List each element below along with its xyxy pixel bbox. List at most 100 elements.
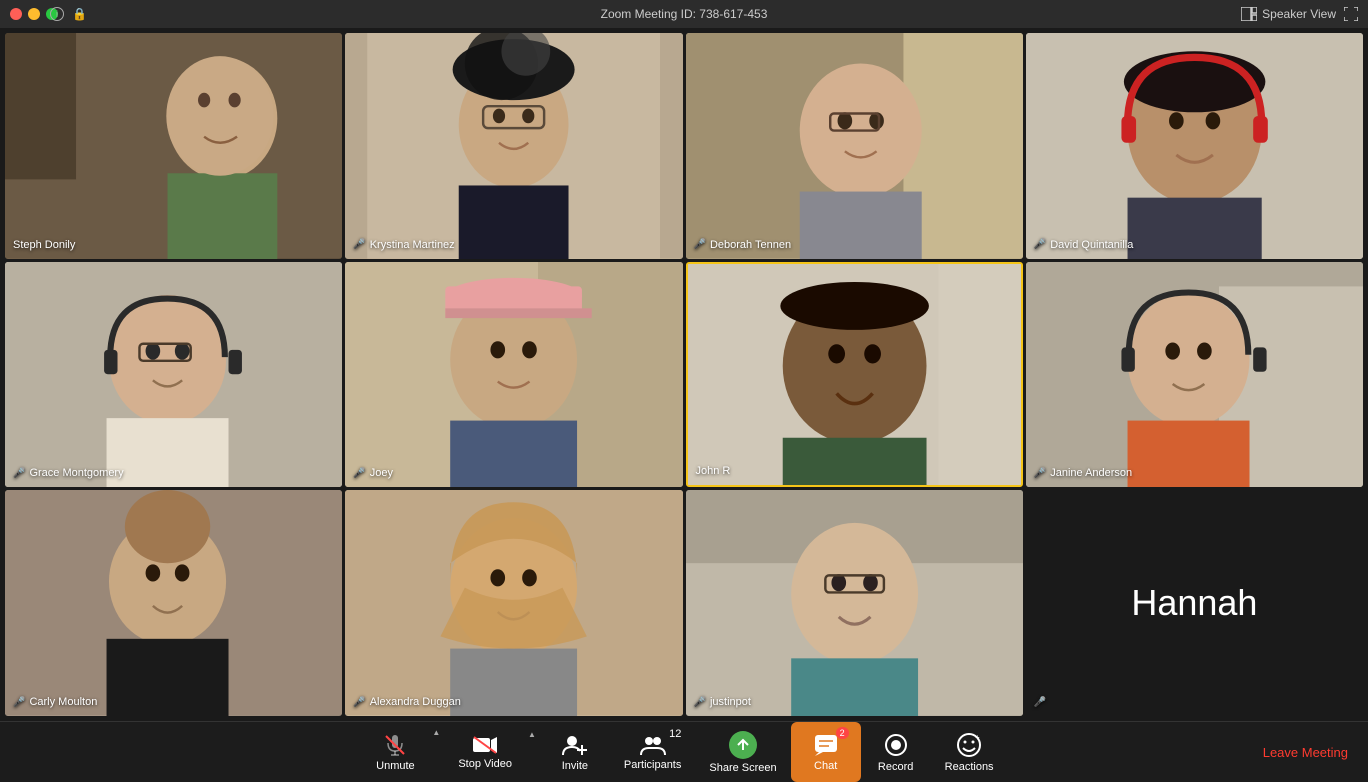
video-cell-hannah: Hannah 🎤	[1026, 490, 1363, 716]
video-cell-krystina: 🎤 Krystina Martinez	[345, 33, 682, 259]
title-bar: i 🔒 Zoom Meeting ID: 738-617-453 Speaker…	[0, 0, 1368, 28]
participants-count: 12	[669, 728, 681, 740]
unmute-chevron-icon: ▲	[432, 728, 440, 737]
name-tag-grace: 🎤 Grace Montgomery	[13, 467, 124, 479]
lock-icon: 🔒	[72, 7, 87, 21]
share-screen-icon	[729, 731, 757, 759]
speaker-view-icon	[1241, 7, 1257, 21]
stop-video-label: Stop Video	[458, 758, 512, 770]
mute-icon-janine: 🎤	[1034, 468, 1046, 479]
name-tag-david: 🎤 David Quintanilla	[1034, 239, 1134, 251]
video-feed-deborah	[686, 33, 1023, 259]
title-icons-left: i 🔒	[50, 7, 87, 21]
video-group: Stop Video ▲	[444, 730, 540, 775]
name-tag-johnr: John R	[696, 465, 731, 477]
video-cell-janine: 🎤 Janine Anderson	[1026, 262, 1363, 488]
mute-icon-krystina: 🎤	[353, 239, 365, 250]
video-feed-johnr	[688, 264, 1021, 486]
participants-icon	[640, 734, 666, 756]
unmute-button[interactable]: Unmute	[360, 728, 430, 777]
record-label: Record	[878, 761, 913, 773]
mute-icon-david: 🎤	[1034, 239, 1046, 250]
video-feed-krystina	[345, 33, 682, 259]
unmute-label: Unmute	[376, 760, 415, 772]
participant-name-johnr: John R	[696, 465, 731, 477]
mute-icon-joey: 🎤	[353, 468, 365, 479]
name-tag-joey: 🎤 Joey	[353, 467, 393, 479]
share-screen-label: Share Screen	[709, 762, 776, 774]
chat-button[interactable]: Chat 2	[791, 722, 861, 782]
video-feed-grace	[5, 262, 342, 488]
record-button[interactable]: Record	[861, 722, 931, 782]
participant-name-carly: Carly Moulton	[29, 696, 97, 708]
name-tag-alexandra: 🎤 Alexandra Duggan	[353, 696, 461, 708]
name-tag-carly: 🎤 Carly Moulton	[13, 696, 97, 708]
unmute-group: Unmute ▲	[360, 728, 444, 777]
share-screen-button[interactable]: Share Screen	[695, 722, 790, 782]
name-tag-krystina: 🎤 Krystina Martinez	[353, 239, 454, 251]
toolbar: Unmute ▲ Stop Video ▲ Invite	[0, 721, 1368, 782]
video-feed-steph	[5, 33, 342, 259]
mute-icon-justinpot: 🎤	[694, 697, 706, 708]
name-tag-deborah: 🎤 Deborah Tennen	[694, 239, 792, 251]
leave-meeting-label: Leave Meeting	[1263, 745, 1348, 760]
speaker-view-label: Speaker View	[1262, 7, 1336, 21]
svg-text:+: +	[975, 733, 980, 742]
leave-meeting-button[interactable]: Leave Meeting	[1263, 745, 1348, 760]
title-icons-right: Speaker View	[1241, 7, 1358, 21]
video-cell-carly: 🎤 Carly Moulton	[5, 490, 342, 716]
close-button[interactable]	[10, 8, 22, 20]
name-tag-janine: 🎤 Janine Anderson	[1034, 467, 1132, 479]
info-icon[interactable]: i	[50, 7, 64, 21]
upload-arrow-icon	[735, 737, 751, 753]
mute-icon-alexandra: 🎤	[353, 697, 365, 708]
video-feed-janine	[1026, 262, 1363, 488]
video-grid: Steph Donily 🎤 Krystina Martinez	[0, 28, 1368, 721]
participant-name-joey: Joey	[370, 467, 393, 479]
hannah-name-display: Hannah	[1131, 582, 1257, 624]
participant-name-deborah: Deborah Tennen	[710, 239, 791, 251]
participant-name-krystina: Krystina Martinez	[370, 239, 455, 251]
video-chevron-icon: ▲	[528, 730, 536, 739]
name-tag-steph: Steph Donily	[13, 239, 75, 251]
video-cell-david: 🎤 David Quintanilla	[1026, 33, 1363, 259]
video-cell-johnr: John R	[686, 262, 1023, 488]
participant-name-janine: Janine Anderson	[1050, 467, 1132, 479]
speaker-view-btn[interactable]: Speaker View	[1241, 7, 1336, 21]
video-cell-grace: 🎤 Grace Montgomery	[5, 262, 342, 488]
video-cell-alexandra: 🎤 Alexandra Duggan	[345, 490, 682, 716]
chat-badge: 2	[836, 727, 849, 739]
video-chevron-btn[interactable]: ▲	[526, 730, 540, 759]
mute-icon-deborah: 🎤	[694, 239, 706, 250]
fullscreen-icon[interactable]	[1344, 7, 1358, 21]
mute-icon-grace: 🎤	[13, 468, 25, 479]
participants-button[interactable]: Participants 12	[610, 722, 695, 782]
chat-icon	[813, 733, 839, 757]
name-tag-justinpot: 🎤 justinpot	[694, 696, 751, 708]
participant-name-steph: Steph Donily	[13, 239, 75, 251]
video-cell-joey: 🎤 Joey	[345, 262, 682, 488]
invite-icon	[562, 733, 588, 757]
mute-icon-hannah: 🎤	[1034, 697, 1046, 708]
chat-label: Chat	[814, 760, 837, 772]
unmute-chevron-btn[interactable]: ▲	[430, 728, 444, 757]
mic-off-icon	[383, 733, 407, 757]
reactions-button[interactable]: + Reactions	[931, 722, 1008, 782]
meeting-title: Zoom Meeting ID: 738-617-453	[601, 7, 768, 21]
participant-name-grace: Grace Montgomery	[29, 467, 123, 479]
video-feed-joey	[345, 262, 682, 488]
invite-button[interactable]: Invite	[540, 722, 610, 782]
participant-name-alexandra: Alexandra Duggan	[370, 696, 461, 708]
video-feed-carly	[5, 490, 342, 716]
invite-label: Invite	[562, 760, 588, 772]
reactions-icon: +	[956, 732, 982, 758]
camera-icon	[472, 735, 498, 755]
participant-name-justinpot: justinpot	[710, 696, 751, 708]
video-cell-deborah: 🎤 Deborah Tennen	[686, 33, 1023, 259]
stop-video-button[interactable]: Stop Video	[444, 730, 526, 775]
mute-icon-carly: 🎤	[13, 697, 25, 708]
name-tag-hannah: 🎤	[1034, 697, 1046, 708]
video-feed-justinpot	[686, 490, 1023, 716]
minimize-button[interactable]	[28, 8, 40, 20]
video-feed-alexandra	[345, 490, 682, 716]
